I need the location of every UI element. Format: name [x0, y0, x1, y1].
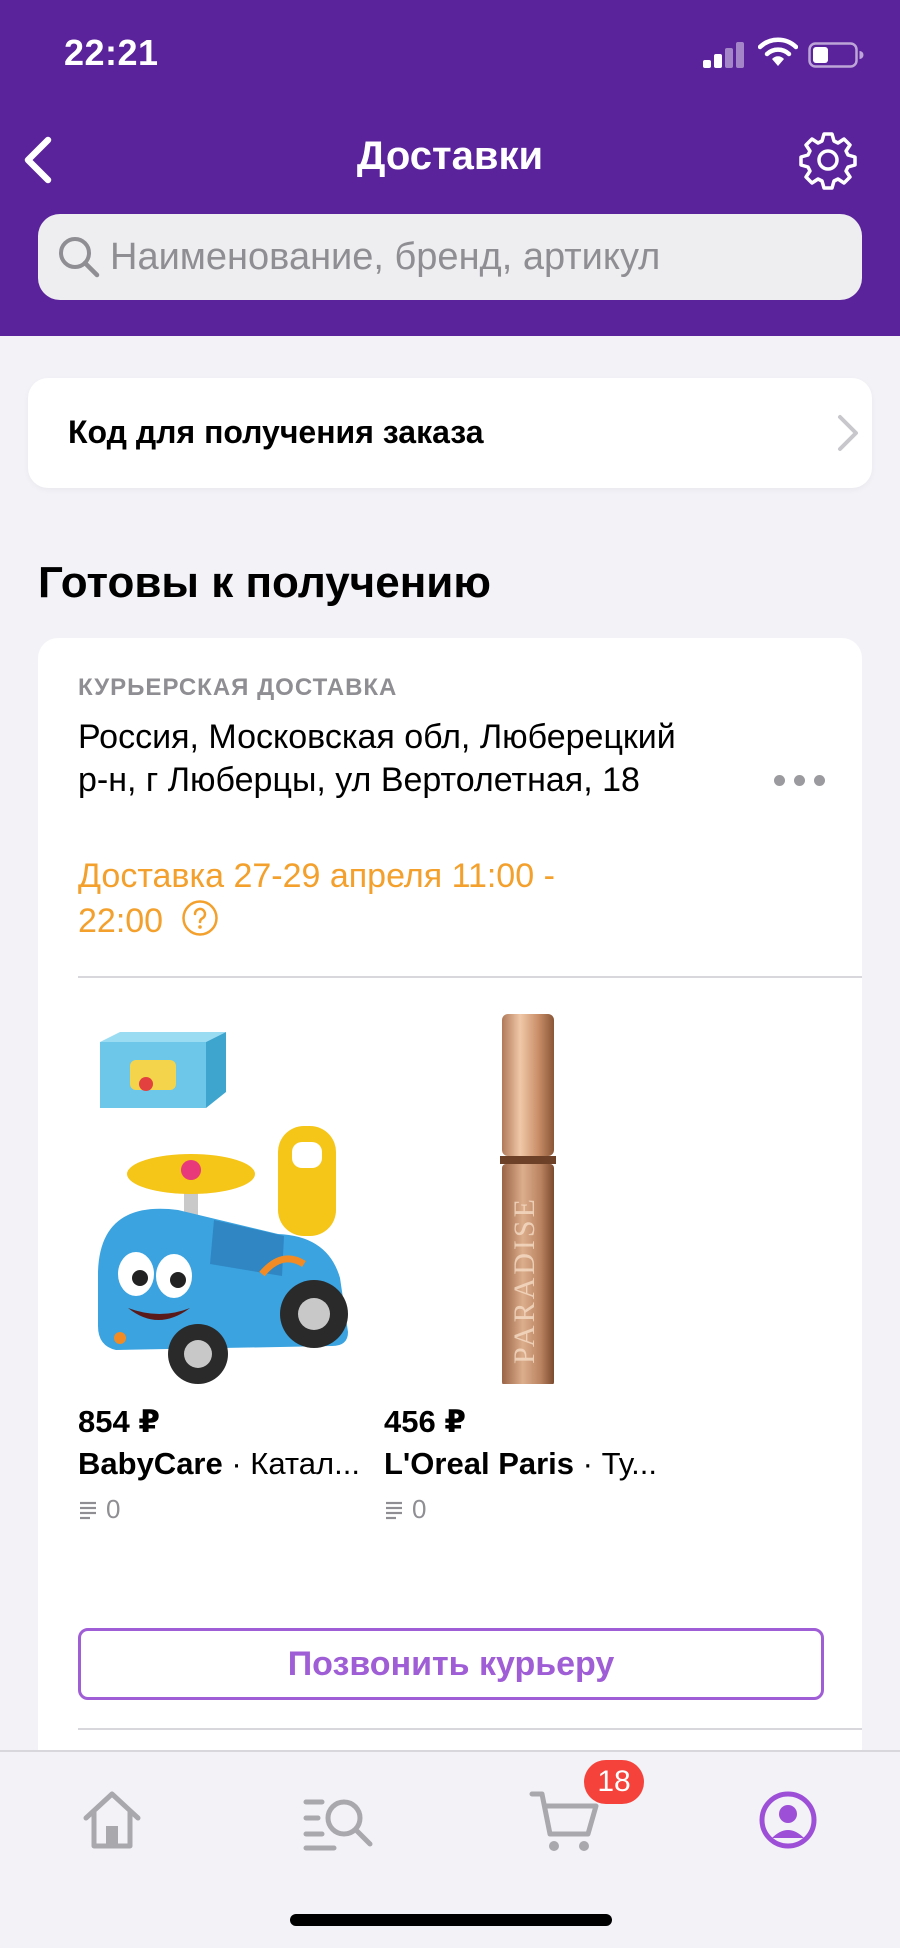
product-brand: L'Oreal Paris — [384, 1446, 575, 1481]
cellular-signal-icon — [703, 38, 747, 68]
product-title: L'Oreal Paris · Ту... — [384, 1446, 674, 1482]
battery-icon — [808, 42, 864, 68]
ride-on-toy-car-icon[interactable] — [78, 1014, 368, 1384]
product-quantity: 0 — [384, 1494, 426, 1525]
profile-icon[interactable] — [748, 1780, 828, 1860]
status-time: 22:21 — [64, 32, 159, 73]
cart-badge: 18 — [584, 1760, 644, 1804]
help-question-icon[interactable] — [181, 899, 219, 937]
list-icon — [386, 1501, 402, 1519]
search-icon — [59, 237, 100, 278]
status-bar: 22:21 — [0, 0, 900, 110]
quantity-value: 0 — [412, 1494, 427, 1524]
divider — [78, 1728, 862, 1730]
call-courier-button[interactable]: Позвонить курьеру — [78, 1628, 824, 1700]
product-title: BabyCare · Катал... — [78, 1446, 368, 1482]
search-input[interactable] — [110, 214, 850, 300]
order-code-card[interactable]: Код для получения заказа — [28, 378, 872, 488]
product-price: 456 ₽ — [384, 1404, 466, 1439]
home-indicator — [290, 1914, 612, 1926]
gear-icon[interactable] — [796, 128, 860, 192]
product-category: · Катал... — [222, 1446, 360, 1481]
divider — [78, 976, 862, 978]
header: 22:21 Доставки — [0, 0, 900, 336]
delivery-type-label: КУРЬЕРСКАЯ ДОСТАВКА — [78, 674, 398, 701]
search-bar[interactable] — [38, 214, 862, 300]
more-options-icon[interactable] — [774, 772, 826, 788]
product-price: 854 ₽ — [78, 1404, 160, 1439]
section-title: Готовы к получению — [38, 558, 491, 607]
navigation-bar: Доставки — [0, 120, 900, 200]
tab-bar: 18 — [0, 1750, 900, 1948]
delivery-address: Россия, Московская обл, Люберецкий р-н, … — [78, 718, 676, 799]
catalog-search-icon[interactable] — [298, 1780, 378, 1860]
product-quantity: 0 — [78, 1494, 120, 1525]
svg-text:PARADISE: PARADISE — [508, 1196, 541, 1364]
quantity-value: 0 — [106, 1494, 121, 1524]
order-code-label: Код для получения заказа — [68, 414, 484, 450]
product-brand: BabyCare — [78, 1446, 223, 1481]
page-title: Доставки — [356, 134, 544, 178]
chevron-right-icon — [838, 415, 858, 451]
product-category: · Ту... — [574, 1446, 658, 1481]
wifi-icon — [758, 37, 798, 66]
mascara-tube-icon[interactable]: PARADISE — [384, 1014, 674, 1384]
delivery-time-text: Доставка 27-29 апреля 11:00 - 22:00 — [78, 857, 555, 940]
delivery-card: КУРЬЕРСКАЯ ДОСТАВКА Россия, Московская о… — [38, 638, 862, 1878]
list-icon — [80, 1501, 96, 1519]
home-icon[interactable] — [72, 1780, 152, 1860]
delivery-time-window: Доставка 27-29 апреля 11:00 - 22:00 — [78, 854, 638, 944]
